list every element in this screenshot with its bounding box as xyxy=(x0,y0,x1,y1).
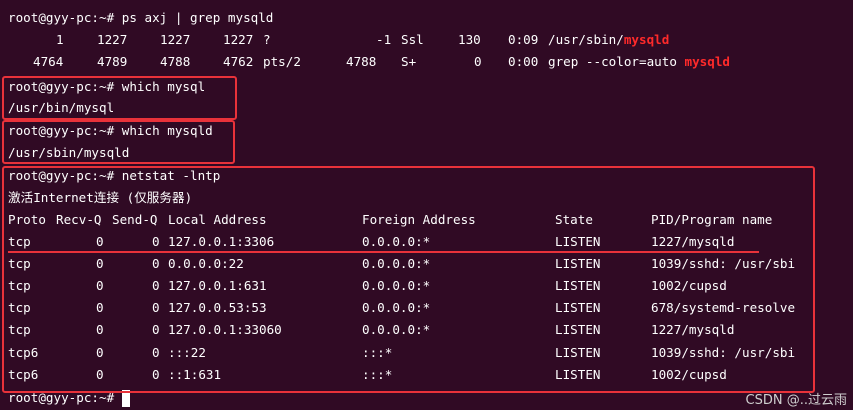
command-text: netstat -lntp xyxy=(121,168,221,183)
netstat-row: tcp 0 0 127.0.0.53:53 0.0.0.0:* LISTEN 6… xyxy=(8,300,796,315)
netstat-row: tcp6 0 0 :::22 :::* LISTEN 1039/sshd: /u… xyxy=(8,345,796,360)
command-output: /usr/bin/mysql xyxy=(8,100,115,115)
command-text: which mysqld xyxy=(121,123,213,138)
netstat-row: tcp 0 0 127.0.0.1:3306 0.0.0.0:* LISTEN … xyxy=(8,234,735,249)
command-line-which-mysql: root@gyy-pc:~# which mysql xyxy=(8,76,205,98)
shell-prompt: root@gyy-pc:~# xyxy=(8,123,115,138)
netstat-title: 激活Internet连接 (仅服务器) xyxy=(8,190,193,205)
terminal-window[interactable]: root@gyy-pc:~# ps axj | grep mysqld 1 12… xyxy=(0,0,853,410)
ps-row: 4764 4789 4788 4762 pts/2 4788 S+ 0 0:00… xyxy=(33,54,730,69)
watermark: CSDN @..过云雨 xyxy=(745,393,847,408)
netstat-row: tcp 0 0 0.0.0.0:22 0.0.0.0:* LISTEN 1039… xyxy=(8,256,796,271)
command-line-current[interactable]: root@gyy-pc:~# xyxy=(8,387,131,409)
shell-prompt: root@gyy-pc:~# xyxy=(8,390,115,405)
command-line-netstat: root@gyy-pc:~# netstat -lntp xyxy=(8,165,220,187)
command-line-ps: root@gyy-pc:~# ps axj | grep mysqld xyxy=(8,7,273,29)
shell-prompt: root@gyy-pc:~# xyxy=(8,79,115,94)
command-text: which mysql xyxy=(121,79,206,94)
shell-prompt: root@gyy-pc:~# xyxy=(8,10,115,25)
grep-match-highlight: mysqld xyxy=(623,32,670,47)
command-output: /usr/sbin/mysqld xyxy=(8,145,130,160)
command-text: ps axj | grep mysqld xyxy=(121,10,274,25)
grep-match-highlight: mysqld xyxy=(684,54,730,69)
netstat-row: tcp 0 0 127.0.0.1:631 0.0.0.0:* LISTEN 1… xyxy=(8,278,727,293)
command-line-which-mysqld: root@gyy-pc:~# which mysqld xyxy=(8,120,213,142)
ps-row: 1 1227 1227 1227 ? -1 Ssl 130 0:09 /usr/… xyxy=(56,32,670,47)
text-cursor xyxy=(122,390,131,407)
netstat-row: tcp 0 0 127.0.0.1:33060 0.0.0.0:* LISTEN… xyxy=(8,322,735,337)
netstat-header-row: Proto Recv-Q Send-Q Local Address Foreig… xyxy=(8,212,773,227)
netstat-row: tcp6 0 0 ::1:631 :::* LISTEN 1002/cupsd xyxy=(8,367,727,382)
shell-prompt: root@gyy-pc:~# xyxy=(8,168,115,183)
